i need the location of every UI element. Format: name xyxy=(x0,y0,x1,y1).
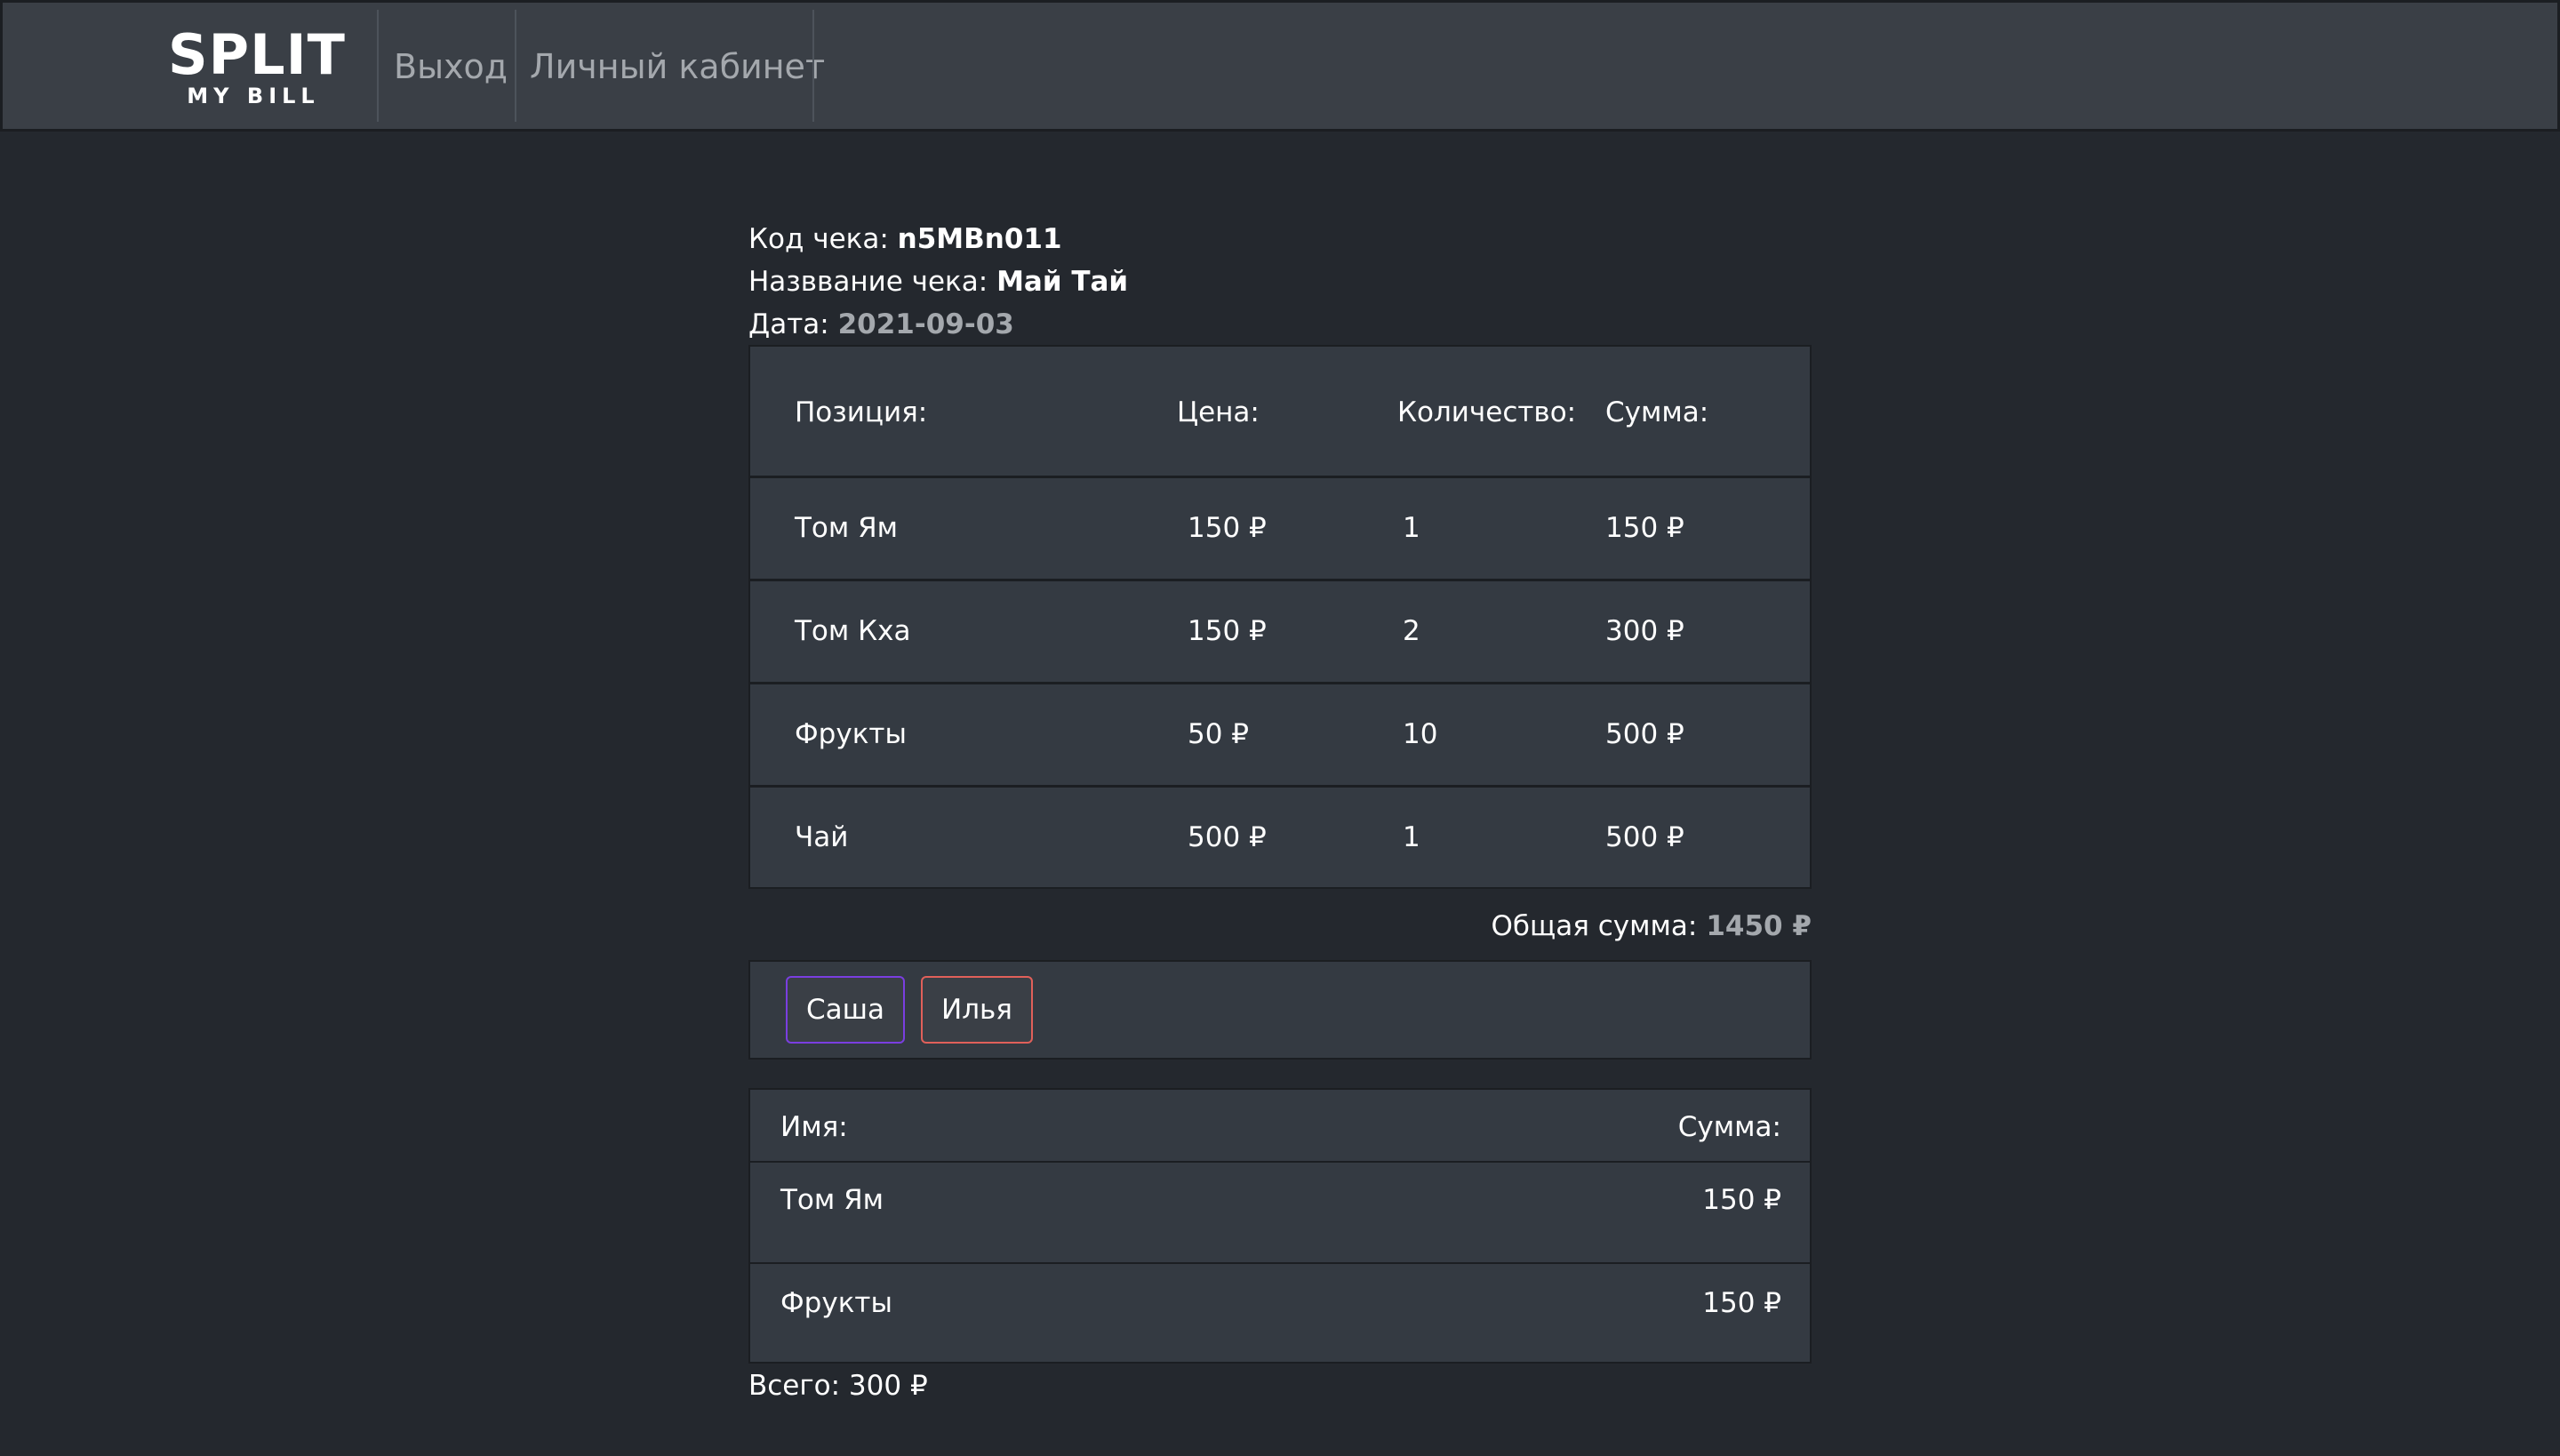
nav-divider xyxy=(377,10,379,122)
item-price: 500 ₽ xyxy=(1188,821,1267,853)
personal-total: Всего: 300 ₽ xyxy=(748,1370,928,1402)
item-name: Том Кха xyxy=(795,615,911,647)
table-row[interactable]: Том Ям 150 ₽ 1 150 ₽ xyxy=(750,478,1810,581)
split-item-amount: 150 ₽ xyxy=(1702,1184,1781,1216)
person-button-sasha[interactable]: Саша xyxy=(786,976,905,1044)
header-amount: Сумма: xyxy=(1677,1111,1781,1143)
receipt-date-line: Дата: 2021-09-03 xyxy=(748,304,1014,345)
total-line: Общая сумма: 1450 ₽ xyxy=(1422,907,1812,946)
logout-link[interactable]: Выход xyxy=(394,42,508,92)
item-price: 150 ₽ xyxy=(1188,512,1267,544)
header-price: Цена: xyxy=(1177,396,1260,428)
receipt-name-value: Май Тай xyxy=(996,266,1129,298)
item-sum: 500 ₽ xyxy=(1605,718,1684,750)
receipt-code-line: Код чека: n5MBn011 xyxy=(748,219,1062,260)
table-row[interactable]: Чай 500 ₽ 1 500 ₽ xyxy=(750,788,1810,887)
people-panel: Саша Илья xyxy=(748,960,1812,1060)
item-price: 50 ₽ xyxy=(1188,718,1250,750)
receipt-date-label: Дата: xyxy=(748,308,838,340)
receipt-date-value: 2021-09-03 xyxy=(837,308,1014,340)
receipt-code-label: Код чека: xyxy=(748,223,898,255)
header-sum: Сумма: xyxy=(1605,396,1709,428)
item-sum: 300 ₽ xyxy=(1605,615,1684,647)
item-quantity: 2 xyxy=(1403,615,1420,647)
logo-main-text: SPLIT xyxy=(168,22,346,87)
item-price: 150 ₽ xyxy=(1188,615,1267,647)
split-item-name: Фрукты xyxy=(780,1287,892,1319)
item-name: Том Ям xyxy=(795,512,899,544)
table-row[interactable]: Фрукты 50 ₽ 10 500 ₽ xyxy=(750,684,1810,788)
logo-sub-text: MY BILL xyxy=(187,84,320,108)
split-item-amount: 150 ₽ xyxy=(1702,1287,1781,1319)
cabinet-link[interactable]: Личный кабинет xyxy=(530,42,825,92)
table-row[interactable]: Том Кха 150 ₽ 2 300 ₽ xyxy=(750,581,1810,684)
navbar: SPLIT MY BILL Выход Личный кабинет xyxy=(0,0,2560,132)
items-table-header: Позиция: Цена: Количество: Сумма: xyxy=(750,347,1810,478)
person-button-ilya[interactable]: Илья xyxy=(921,976,1033,1044)
receipt-name-line: Назввание чека: Май Тай xyxy=(748,261,1128,302)
total-value: 1450 ₽ xyxy=(1706,910,1812,942)
item-quantity: 10 xyxy=(1403,718,1438,750)
split-item-name: Том Ям xyxy=(780,1184,884,1216)
item-sum: 500 ₽ xyxy=(1605,821,1684,853)
header-name: Имя: xyxy=(780,1111,848,1143)
items-table: Позиция: Цена: Количество: Сумма: Том Ям… xyxy=(748,345,1812,889)
receipt-name-label: Назввание чека: xyxy=(748,266,997,298)
table-row[interactable]: Фрукты 150 ₽ xyxy=(750,1264,1810,1362)
item-name: Фрукты xyxy=(795,718,907,750)
header-quantity: Количество: xyxy=(1397,396,1577,428)
nav-divider xyxy=(515,10,516,122)
split-table: Имя: Сумма: Том Ям 150 ₽ Фрукты 150 ₽ xyxy=(748,1088,1812,1364)
item-name: Чай xyxy=(795,821,849,853)
receipt-code-value: n5MBn011 xyxy=(897,223,1062,255)
logo[interactable]: SPLIT MY BILL xyxy=(168,22,346,111)
item-quantity: 1 xyxy=(1403,821,1420,853)
split-table-header: Имя: Сумма: xyxy=(750,1090,1810,1163)
total-label: Общая сумма: xyxy=(1491,910,1698,942)
item-quantity: 1 xyxy=(1403,512,1420,544)
item-sum: 150 ₽ xyxy=(1605,512,1684,544)
header-position: Позиция: xyxy=(795,396,928,428)
table-row[interactable]: Том Ям 150 ₽ xyxy=(750,1163,1810,1264)
nav-divider xyxy=(812,10,814,122)
